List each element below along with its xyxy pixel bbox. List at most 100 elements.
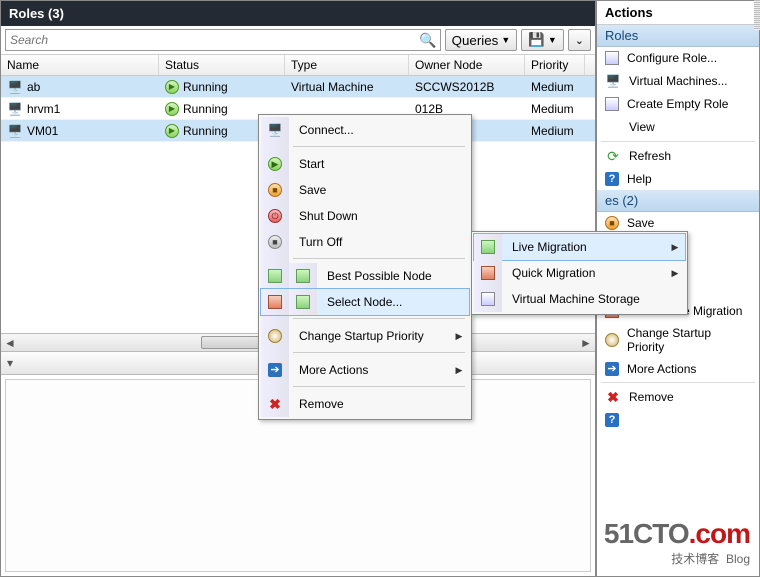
save-icon: ■ xyxy=(268,183,282,197)
context-menu: 🖥️Connect... ▶Start ■Save ⏻Shut Down ■Tu… xyxy=(258,114,472,420)
cell-name: VM01 xyxy=(27,124,58,138)
cell-status: Running xyxy=(183,80,228,94)
action-view[interactable]: View xyxy=(597,115,759,139)
col-name[interactable]: Name xyxy=(1,55,159,75)
node-icon xyxy=(296,295,310,309)
turnoff-icon: ■ xyxy=(268,235,282,249)
table-row[interactable]: 🖥️ ab ▶ Running Virtual Machine SCCWS2012B… xyxy=(1,76,595,98)
scroll-right-icon[interactable]: ► xyxy=(577,336,595,350)
save-icon: ■ xyxy=(605,216,619,230)
submenu-arrow-icon: ▶ xyxy=(453,365,469,376)
ctx-start[interactable]: ▶Start xyxy=(261,151,469,177)
submenu-arrow-icon: ▶ xyxy=(669,242,685,253)
ctx-more-actions[interactable]: ➔More Actions▶ xyxy=(261,357,469,383)
toolbar: 🔍 Queries▼ 💾▼ ⌄ xyxy=(1,26,595,55)
action-create-empty-role[interactable]: Create Empty Role xyxy=(597,93,759,115)
search-input[interactable] xyxy=(5,29,441,51)
ctx-shutdown[interactable]: ⏻Shut Down xyxy=(261,203,469,229)
view-icon xyxy=(605,119,621,135)
action-help[interactable]: ?Help xyxy=(597,168,759,190)
empty-role-icon xyxy=(605,97,619,111)
role-icon: 🖥️ xyxy=(7,123,23,139)
quick-migration-icon xyxy=(481,266,495,280)
ctx-live-migration[interactable]: Live Migration▶ xyxy=(474,234,685,260)
ctx-change-priority[interactable]: Change Startup Priority▶ xyxy=(261,323,469,349)
more-actions-icon: ➔ xyxy=(605,362,619,376)
node-icon xyxy=(296,269,310,283)
resize-grip[interactable] xyxy=(754,0,760,30)
action-refresh[interactable]: ⟳Refresh xyxy=(597,144,759,168)
configure-role-icon xyxy=(605,51,619,65)
connect-icon: 🖥️ xyxy=(267,122,283,138)
ctx-remove[interactable]: ✖Remove xyxy=(261,391,469,417)
remove-icon: ✖ xyxy=(269,396,281,413)
cell-owner: SCCWS2012B xyxy=(415,80,494,94)
more-button[interactable]: ⌄ xyxy=(568,29,591,51)
table-header: Name Status Type Owner Node Priority xyxy=(1,55,595,76)
cell-priority: Medium xyxy=(531,102,574,116)
separator xyxy=(293,352,465,354)
separator xyxy=(601,141,755,142)
shutdown-icon: ⏻ xyxy=(268,209,282,223)
cell-priority: Medium xyxy=(531,124,574,138)
col-owner[interactable]: Owner Node xyxy=(409,55,525,75)
refresh-icon: ⟳ xyxy=(605,148,621,164)
cell-status: Running xyxy=(183,124,228,138)
ctx-select-node[interactable]: Select Node... xyxy=(261,289,469,315)
action-change-startup-priority[interactable]: Change Startup Priority xyxy=(597,322,759,358)
role-icon: 🖥️ xyxy=(7,79,23,95)
live-migration-icon xyxy=(481,240,495,254)
panel-title: Roles (3) xyxy=(1,1,595,26)
search-icon[interactable]: 🔍 xyxy=(419,32,436,49)
action-more-actions[interactable]: ➔More Actions xyxy=(597,358,759,380)
start-icon: ▶ xyxy=(268,157,282,171)
help-icon: ? xyxy=(605,172,619,186)
submenu-arrow-icon: ▶ xyxy=(669,268,685,279)
actions-selection-group: es (2) xyxy=(597,190,759,212)
submenu-arrow-icon: ▶ xyxy=(453,331,469,342)
ctx-vm-storage[interactable]: Virtual Machine Storage xyxy=(474,286,685,312)
ctx-connect[interactable]: 🖥️Connect... xyxy=(261,117,469,143)
chevron-down-icon: ▾ xyxy=(7,356,13,370)
separator xyxy=(601,382,755,383)
storage-icon xyxy=(481,292,495,306)
more-actions-icon: ➔ xyxy=(268,363,282,377)
action-virtual-machines[interactable]: 🖥️Virtual Machines... xyxy=(597,69,759,93)
running-icon: ▶ xyxy=(165,80,179,94)
cell-status: Running xyxy=(183,102,228,116)
ctx-best-node[interactable]: Best Possible Node xyxy=(261,263,469,289)
node-icon xyxy=(268,269,282,283)
running-icon: ▶ xyxy=(165,124,179,138)
ctx-save[interactable]: ■Save xyxy=(261,177,469,203)
role-icon: 🖥️ xyxy=(7,101,23,117)
col-status[interactable]: Status xyxy=(159,55,285,75)
search-box: 🔍 xyxy=(5,29,441,51)
queries-button[interactable]: Queries▼ xyxy=(445,29,518,51)
actions-roles-group: Roles xyxy=(597,25,759,47)
remove-icon: ✖ xyxy=(605,389,621,405)
cell-type: Virtual Machine xyxy=(291,80,374,94)
save-view-button[interactable]: 💾▼ xyxy=(521,29,564,51)
separator xyxy=(293,258,465,260)
ctx-quick-migration[interactable]: Quick Migration▶ xyxy=(474,260,685,286)
ctx-turnoff[interactable]: ■Turn Off xyxy=(261,229,469,255)
action-configure-role[interactable]: Configure Role... xyxy=(597,47,759,69)
col-type[interactable]: Type xyxy=(285,55,409,75)
scroll-left-icon[interactable]: ◄ xyxy=(1,336,19,350)
action-help2[interactable]: ? xyxy=(597,409,759,431)
cell-priority: Medium xyxy=(531,80,574,94)
cell-name: hrvm1 xyxy=(27,102,60,116)
context-submenu: Live Migration▶ Quick Migration▶ Virtual… xyxy=(471,231,688,315)
gear-icon xyxy=(605,333,619,347)
separator xyxy=(293,146,465,148)
col-priority[interactable]: Priority xyxy=(525,55,585,75)
vm-icon: 🖥️ xyxy=(605,73,621,89)
separator xyxy=(293,386,465,388)
gear-icon xyxy=(268,329,282,343)
action-remove[interactable]: ✖Remove xyxy=(597,385,759,409)
actions-header: Actions xyxy=(597,1,759,25)
cell-name: ab xyxy=(27,80,40,94)
running-icon: ▶ xyxy=(165,102,179,116)
separator xyxy=(293,318,465,320)
help-icon: ? xyxy=(605,413,619,427)
